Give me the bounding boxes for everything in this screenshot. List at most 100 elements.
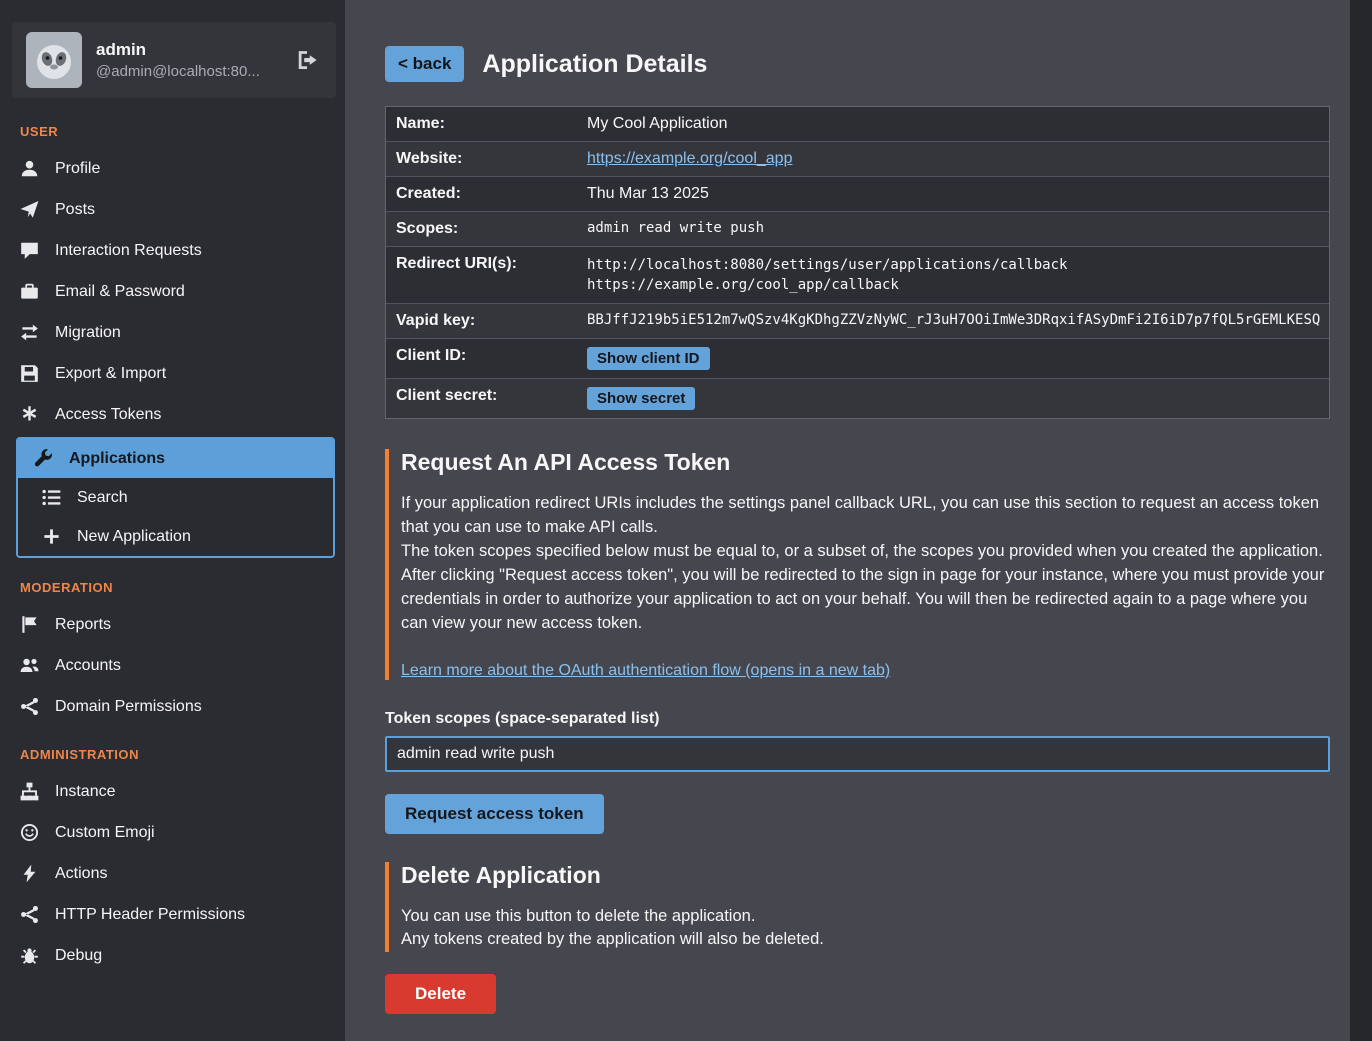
sidebar-item-label: Applications bbox=[69, 450, 165, 468]
main-content: < back Application Details Name: My Cool… bbox=[345, 0, 1350, 1041]
row-label: Client ID: bbox=[386, 339, 577, 378]
row-label: Client secret: bbox=[386, 379, 577, 418]
user-info: admin @admin@localhost:80... bbox=[96, 40, 260, 80]
redirect-uri: https://example.org/cool_app/callback bbox=[587, 275, 1067, 295]
sidebar-item-interaction-requests[interactable]: Interaction Requests bbox=[0, 230, 345, 271]
plus-icon bbox=[42, 527, 61, 546]
sidebar-section-moderation: MODERATION bbox=[0, 560, 345, 604]
sidebar: admin @admin@localhost:80... USER Profil… bbox=[0, 0, 345, 1041]
share-nodes-icon bbox=[20, 905, 39, 924]
sidebar-item-label: New Application bbox=[77, 528, 191, 546]
sidebar-item-label: Actions bbox=[55, 865, 107, 883]
sidebar-item-http-header-permissions[interactable]: HTTP Header Permissions bbox=[0, 894, 345, 935]
sidebar-item-actions[interactable]: Actions bbox=[0, 853, 345, 894]
sidebar-item-debug[interactable]: Debug bbox=[0, 935, 345, 976]
back-button[interactable]: < back bbox=[385, 46, 464, 82]
sidebar-item-label: Debug bbox=[55, 947, 102, 965]
user-card: admin @admin@localhost:80... bbox=[12, 22, 336, 98]
wrench-icon bbox=[34, 449, 53, 468]
logout-button[interactable] bbox=[292, 45, 322, 75]
row-value: admin read write push bbox=[577, 212, 774, 246]
sidebar-item-instance[interactable]: Instance bbox=[0, 771, 345, 812]
sidebar-item-label: Email & Password bbox=[55, 283, 185, 301]
sidebar-item-applications-search[interactable]: Search bbox=[18, 478, 333, 517]
sidebar-item-label: Posts bbox=[55, 201, 95, 219]
bolt-icon bbox=[20, 864, 39, 883]
sidebar-item-email-password[interactable]: Email & Password bbox=[0, 271, 345, 312]
row-value: http://localhost:8080/settings/user/appl… bbox=[577, 247, 1077, 303]
row-label: Created: bbox=[386, 177, 577, 211]
sidebar-item-profile[interactable]: Profile bbox=[0, 148, 345, 189]
user-handle: @admin@localhost:80... bbox=[96, 63, 260, 80]
token-scopes-label: Token scopes (space-separated list) bbox=[385, 710, 1330, 728]
sidebar-item-label: Domain Permissions bbox=[55, 698, 202, 716]
show-client-id-button[interactable]: Show client ID bbox=[587, 347, 710, 370]
applications-submenu: Search New Application bbox=[18, 478, 333, 556]
redirect-uri: http://localhost:8080/settings/user/appl… bbox=[587, 255, 1067, 275]
floppy-disk-icon bbox=[20, 364, 39, 383]
list-icon bbox=[42, 488, 61, 507]
sidebar-item-access-tokens[interactable]: Access Tokens bbox=[0, 394, 345, 435]
sidebar-item-label: Custom Emoji bbox=[55, 824, 155, 842]
delete-application-title: Delete Application bbox=[401, 862, 1330, 889]
sidebar-item-posts[interactable]: Posts bbox=[0, 189, 345, 230]
request-token-title: Request An API Access Token bbox=[401, 449, 1330, 476]
sidebar-item-export-import[interactable]: Export & Import bbox=[0, 353, 345, 394]
delete-button[interactable]: Delete bbox=[385, 974, 496, 1014]
table-row-created: Created: Thu Mar 13 2025 bbox=[386, 177, 1329, 212]
sidebar-section-user: USER bbox=[0, 104, 345, 148]
website-link[interactable]: https://example.org/cool_app bbox=[587, 150, 792, 167]
sidebar-item-label: Export & Import bbox=[55, 365, 166, 383]
request-token-section: Request An API Access Token If your appl… bbox=[385, 449, 1330, 834]
row-label: Redirect URI(s): bbox=[386, 247, 577, 303]
sidebar-item-label: Reports bbox=[55, 616, 111, 634]
row-value: My Cool Application bbox=[577, 107, 738, 141]
show-secret-button[interactable]: Show secret bbox=[587, 387, 695, 410]
scrollbar-track[interactable] bbox=[1350, 0, 1372, 1041]
row-label: Website: bbox=[386, 142, 577, 176]
sidebar-item-accounts[interactable]: Accounts bbox=[0, 645, 345, 686]
request-access-token-button[interactable]: Request access token bbox=[385, 794, 604, 834]
token-scopes-input[interactable] bbox=[385, 736, 1330, 772]
row-label: Name: bbox=[386, 107, 577, 141]
paragraph: If your application redirect URIs includ… bbox=[401, 492, 1330, 540]
row-value: Thu Mar 13 2025 bbox=[577, 177, 719, 211]
delete-application-description: You can use this button to delete the ap… bbox=[401, 905, 1330, 953]
smiley-icon bbox=[20, 823, 39, 842]
row-label: Scopes: bbox=[386, 212, 577, 246]
share-nodes-icon bbox=[20, 697, 39, 716]
table-row-redirect-uris: Redirect URI(s): http://localhost:8080/s… bbox=[386, 247, 1329, 304]
sidebar-item-new-application[interactable]: New Application bbox=[18, 517, 333, 556]
briefcase-icon bbox=[20, 282, 39, 301]
user-name: admin bbox=[96, 40, 260, 60]
sidebar-item-custom-emoji[interactable]: Custom Emoji bbox=[0, 812, 345, 853]
sidebar-item-reports[interactable]: Reports bbox=[0, 604, 345, 645]
page-title: Application Details bbox=[482, 50, 707, 79]
sidebar-item-domain-permissions[interactable]: Domain Permissions bbox=[0, 686, 345, 727]
applications-nav-group: Applications Search New Application bbox=[16, 437, 335, 558]
sidebar-item-migration[interactable]: Migration bbox=[0, 312, 345, 353]
paragraph: The token scopes specified below must be… bbox=[401, 540, 1330, 564]
request-token-description: If your application redirect URIs includ… bbox=[401, 492, 1330, 636]
table-row-name: Name: My Cool Application bbox=[386, 107, 1329, 142]
paragraph: After clicking "Request access token", y… bbox=[401, 564, 1330, 636]
users-icon bbox=[20, 656, 39, 675]
paragraph: You can use this button to delete the ap… bbox=[401, 905, 1330, 929]
sidebar-item-applications[interactable]: Applications bbox=[18, 439, 333, 478]
sidebar-item-label: Migration bbox=[55, 324, 121, 342]
sidebar-section-administration: ADMINISTRATION bbox=[0, 727, 345, 771]
paper-plane-icon bbox=[20, 200, 39, 219]
table-row-vapid-key: Vapid key: BBJffJ219b5iE512m7wQSzv4KgKDh… bbox=[386, 304, 1329, 339]
logout-icon bbox=[296, 49, 318, 71]
delete-application-section: Delete Application You can use this butt… bbox=[385, 862, 1330, 1015]
sitemap-icon bbox=[20, 782, 39, 801]
row-value: BBJffJ219b5iE512m7wQSzv4KgKDhgZZVzNyWC_r… bbox=[577, 304, 1330, 338]
oauth-docs-link[interactable]: Learn more about the OAuth authenticatio… bbox=[401, 662, 890, 680]
paragraph: Any tokens created by the application wi… bbox=[401, 928, 1330, 952]
request-token-intro: Request An API Access Token If your appl… bbox=[385, 449, 1330, 680]
table-row-client-secret: Client secret: Show secret bbox=[386, 379, 1329, 418]
application-details-table: Name: My Cool Application Website: https… bbox=[385, 106, 1330, 419]
sidebar-item-label: Search bbox=[77, 489, 128, 507]
row-label: Vapid key: bbox=[386, 304, 577, 338]
table-row-scopes: Scopes: admin read write push bbox=[386, 212, 1329, 247]
